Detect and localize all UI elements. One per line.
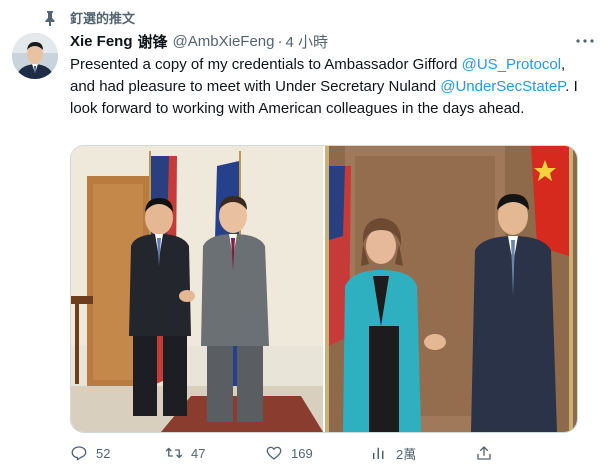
heart-icon [266,446,282,460]
author-chinese-name[interactable]: 谢锋 [138,31,168,52]
tweet-timestamp[interactable]: 4 小時 [285,31,328,52]
header-separator: · [277,33,283,50]
tweet-text-part: Presented a copy of my credentials to Am… [70,56,462,73]
views-count: 2萬 [396,446,417,462]
photo-credentials-meeting [71,146,323,432]
retweet-button[interactable]: 47 [165,444,265,462]
pinned-label: 釘選的推文 [70,11,136,26]
like-count: 169 [291,445,313,461]
author-handle[interactable]: @AmbXieFeng [173,33,275,50]
author-display-name[interactable]: Xie Feng [70,33,133,50]
views-button[interactable]: 2萬 [370,444,475,463]
media-photo[interactable] [71,146,323,432]
retweet-count: 47 [191,445,206,461]
retweet-icon [165,447,183,459]
photo-nuland-meeting [325,146,577,432]
reply-icon [71,446,87,461]
tweet-text: Presented a copy of my credentials to Am… [70,54,580,120]
reply-button[interactable]: 52 [70,444,165,462]
mention-link[interactable]: @UnderSecStateP [440,78,565,95]
avatar[interactable] [12,33,58,79]
like-button[interactable]: 169 [265,444,370,462]
avatar-photo [12,33,58,79]
media-photo[interactable] [325,146,577,432]
pin-icon [45,10,55,26]
reply-count: 52 [96,445,111,461]
tweet-header: Xie Feng 谢锋 @AmbXieFeng · 4 小時 [70,31,594,52]
share-button[interactable] [475,444,493,462]
tweet-actions: 52 47 169 2萬 [70,442,570,464]
tweet-media [70,145,578,433]
pinned-tweet-indicator: 釘選的推文 [44,8,135,27]
analytics-icon [373,447,384,459]
share-icon [477,446,491,460]
more-options-button[interactable] [574,34,596,48]
more-dots-icon [576,39,594,43]
mention-link[interactable]: @US_Protocol [462,56,561,73]
